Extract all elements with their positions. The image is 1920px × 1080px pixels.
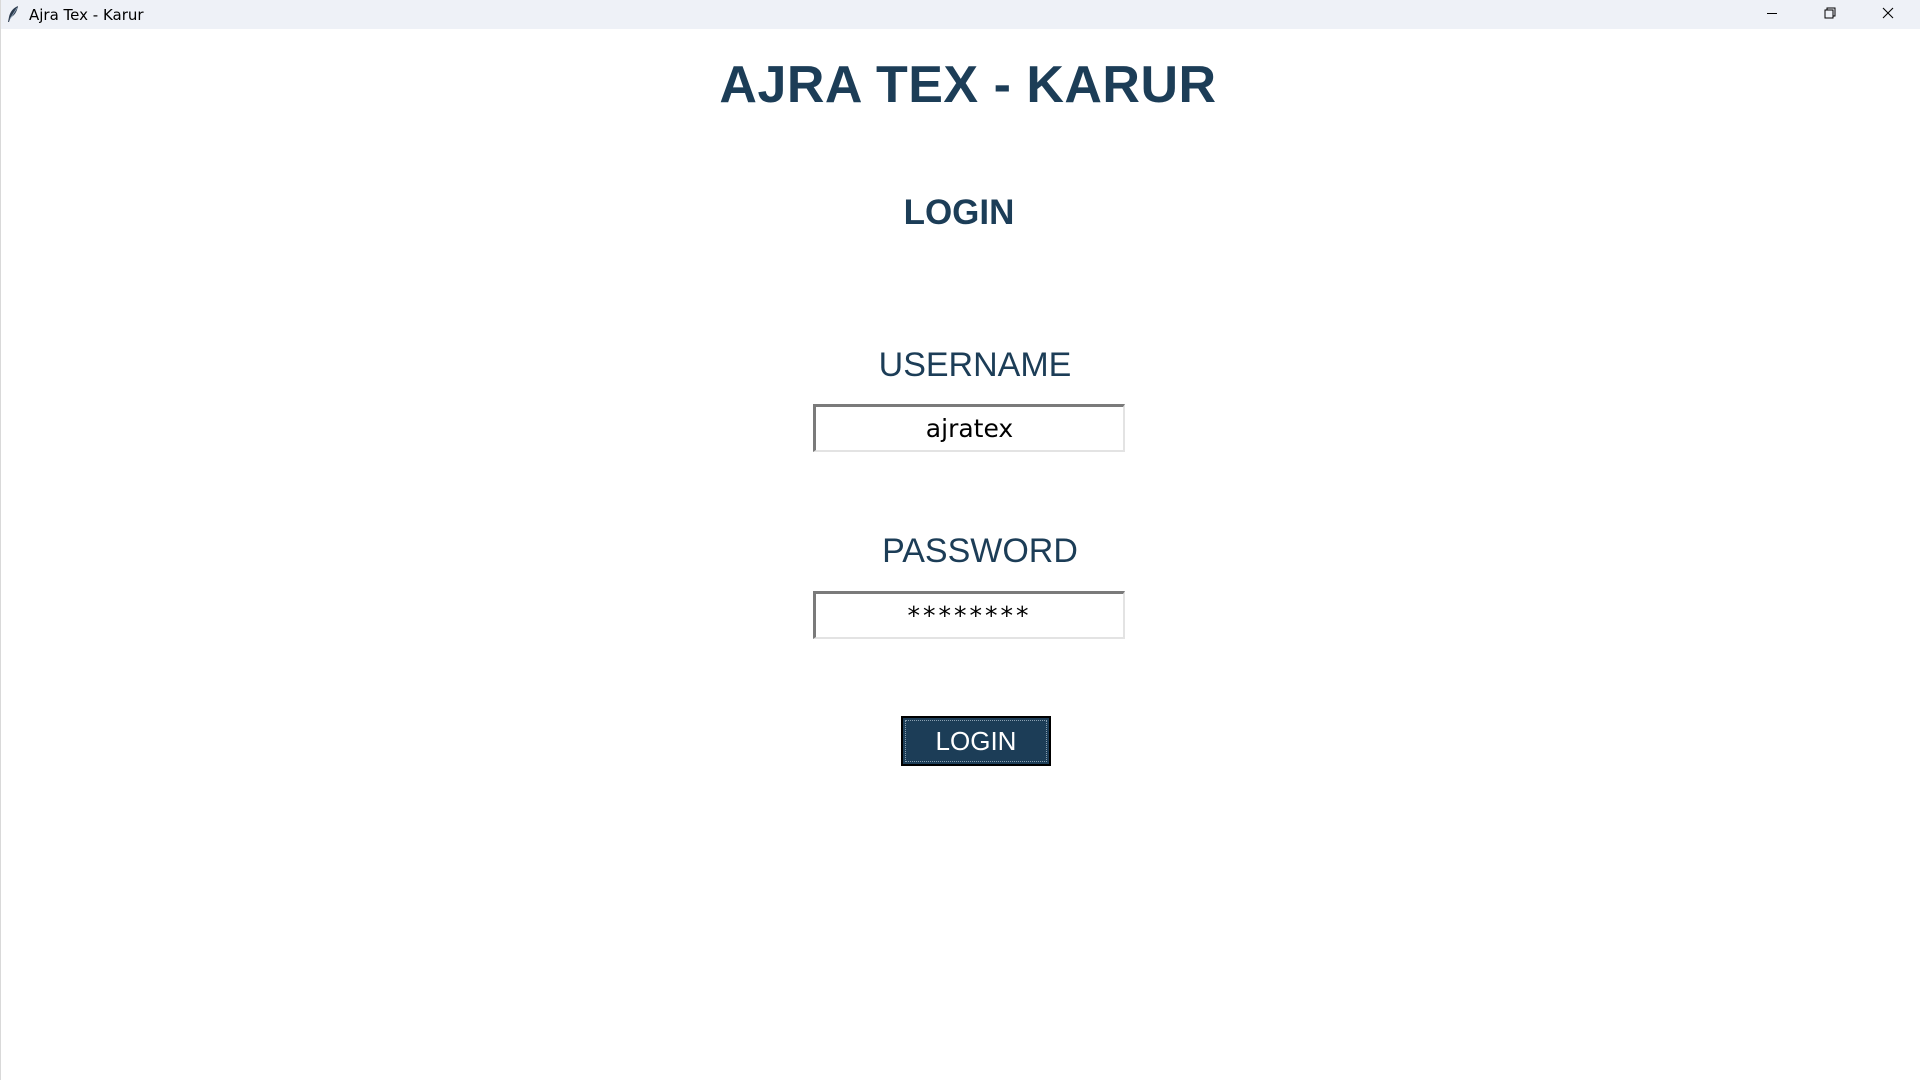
window-title: Ajra Tex - Karur [29, 6, 144, 24]
close-button[interactable] [1859, 0, 1917, 29]
login-button-label: LOGIN [935, 725, 1017, 756]
minimize-icon [1766, 6, 1778, 24]
login-heading: LOGIN [903, 193, 1015, 232]
close-icon [1882, 6, 1894, 24]
feather-icon [6, 5, 20, 23]
login-button[interactable]: LOGIN [901, 716, 1051, 766]
restore-icon [1824, 6, 1836, 24]
app-window: Ajra Tex - Karur AJRA TEX - KARUR LOGIN … [0, 0, 1920, 1080]
restore-button[interactable] [1801, 0, 1859, 29]
minimize-button[interactable] [1743, 0, 1801, 29]
title-bar[interactable]: Ajra Tex - Karur [1, 0, 1920, 29]
password-input[interactable] [813, 591, 1125, 639]
username-label: USERNAME [878, 346, 1072, 384]
password-label: PASSWORD [882, 532, 1078, 570]
username-input[interactable] [813, 404, 1125, 452]
app-title: AJRA TEX - KARUR [719, 56, 1217, 114]
